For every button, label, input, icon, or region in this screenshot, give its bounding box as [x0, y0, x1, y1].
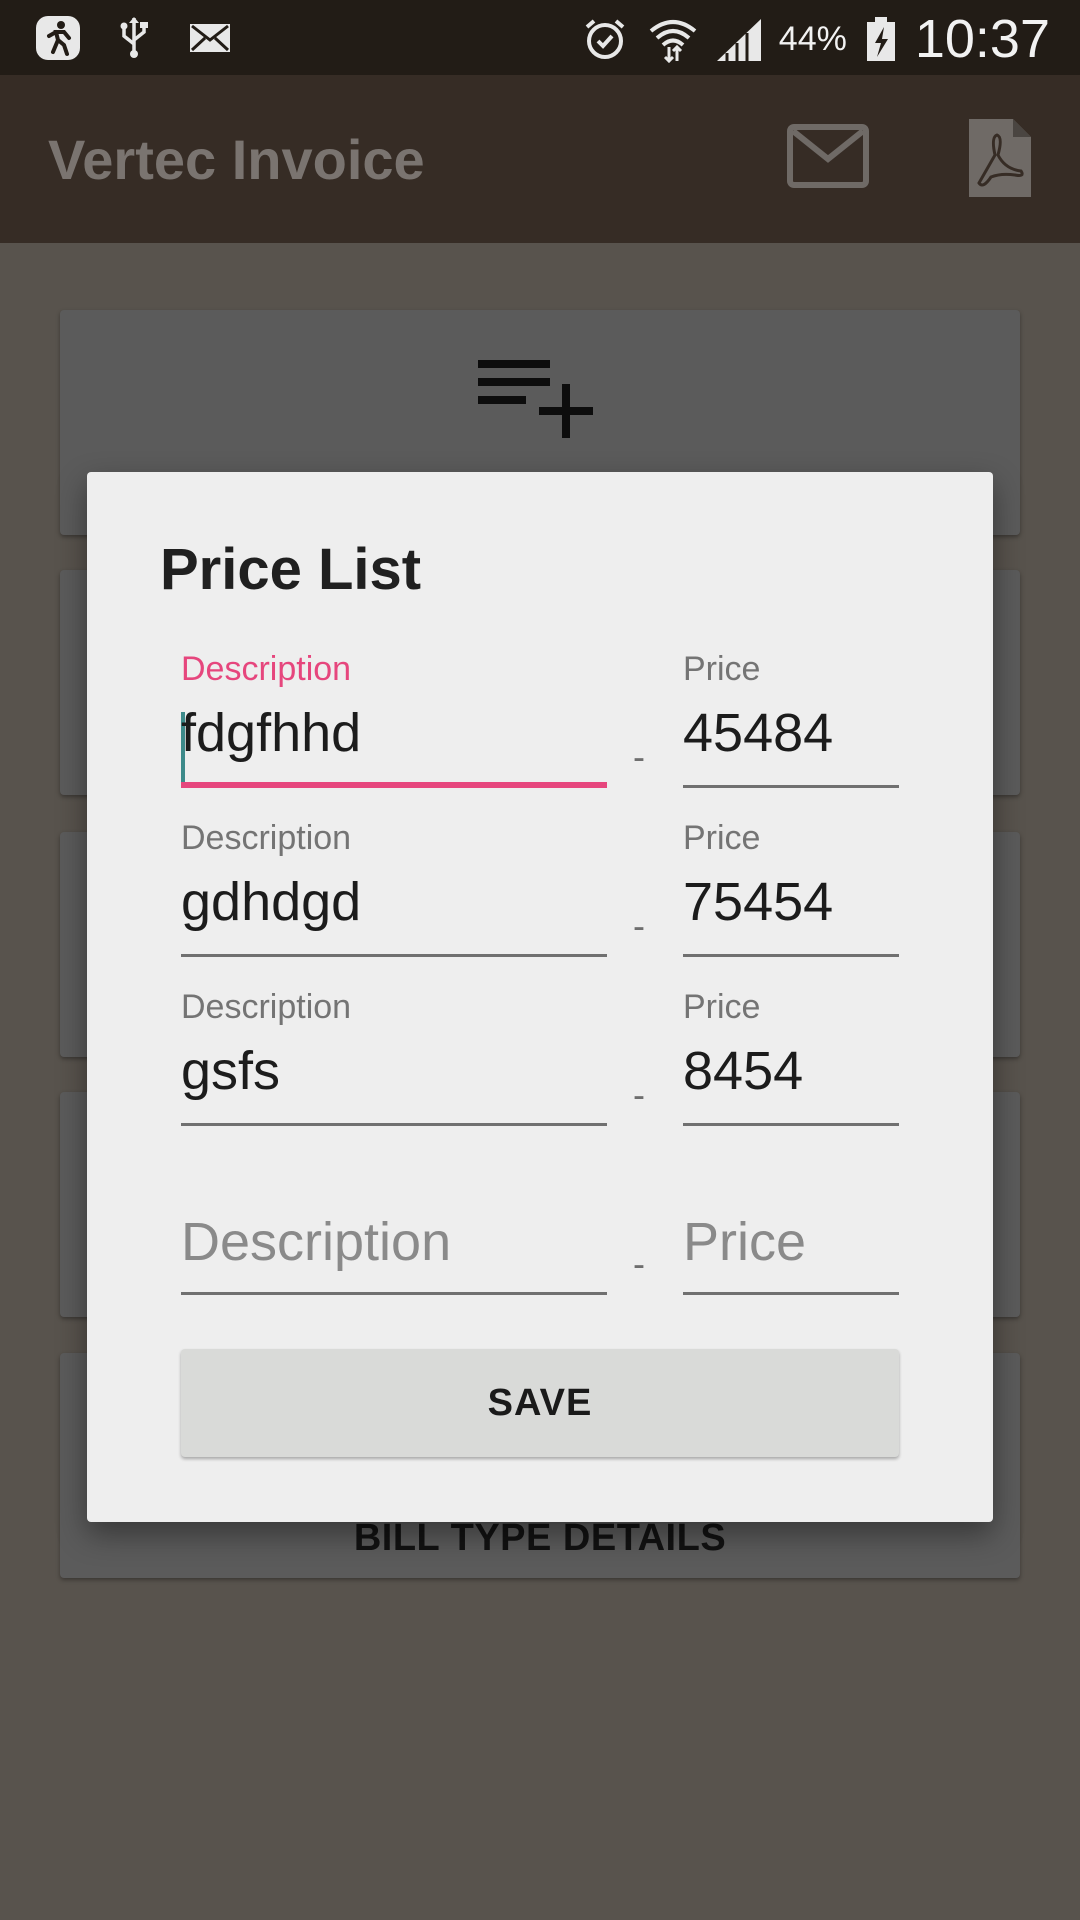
price-label: Price [683, 650, 761, 688]
description-value: gdhdgd [181, 872, 362, 932]
price-underline [683, 1123, 899, 1126]
playlist-add-icon [478, 360, 593, 438]
description-value: fdgfhhd [181, 703, 362, 763]
description-underline [181, 1123, 607, 1126]
description-label: Description [181, 650, 352, 688]
price-list-dialog: Price List Description fdgfhhd - Price 4… [87, 472, 993, 1522]
new-description-field[interactable]: Description [181, 1157, 607, 1307]
description-placeholder: Description [181, 1212, 452, 1272]
separator: - [633, 736, 645, 777]
app-title: Vertec Invoice [48, 128, 425, 191]
price-value: 75454 [683, 872, 834, 932]
price-value: 45484 [683, 703, 834, 763]
price-field[interactable]: Price 45484 [683, 650, 899, 800]
dialog-title: Price List [160, 537, 422, 602]
usb-icon [110, 14, 158, 62]
mail-icon [186, 14, 234, 62]
save-button[interactable]: SAVE [181, 1349, 899, 1457]
new-price-row: Description - Price [181, 1157, 901, 1307]
description-label: Description [181, 988, 352, 1026]
email-button[interactable] [785, 115, 871, 201]
battery-icon [865, 15, 897, 63]
wifi-icon [647, 15, 697, 64]
description-field[interactable]: Description fdgfhhd [181, 650, 607, 800]
description-label: Description [181, 819, 352, 857]
description-underline [181, 782, 607, 788]
clock: 10:37 [914, 9, 1050, 69]
price-underline [683, 1292, 899, 1295]
price-placeholder: Price [683, 1212, 807, 1272]
price-field[interactable]: Price 8454 [683, 988, 899, 1138]
description-underline [181, 954, 607, 957]
description-value: gsfs [181, 1041, 281, 1101]
separator: - [633, 1074, 645, 1115]
price-label: Price [683, 819, 761, 857]
battery-percent: 44% [778, 19, 847, 58]
description-underline [181, 1292, 607, 1295]
price-row: Description gsfs - Price 8454 [181, 988, 901, 1138]
new-price-field[interactable]: Price [683, 1157, 899, 1307]
alarm-icon [581, 15, 629, 63]
description-field[interactable]: Description gdhdgd [181, 819, 607, 969]
bill-type-details-label: BILL TYPE DETAILS [353, 1517, 727, 1559]
price-row: Description fdgfhhd - Price 45484 [181, 650, 901, 800]
price-label: Price [683, 988, 761, 1026]
price-underline [683, 785, 899, 788]
signal-icon [713, 15, 761, 63]
price-underline [683, 954, 899, 957]
price-row: Description gdhdgd - Price 75454 [181, 819, 901, 969]
status-bar: 44% 10:37 [0, 0, 1080, 75]
description-field[interactable]: Description gsfs [181, 988, 607, 1138]
mail-icon [787, 124, 869, 188]
app-bar: Vertec Invoice [0, 75, 1080, 243]
separator: - [633, 1243, 645, 1284]
price-field[interactable]: Price 75454 [683, 819, 899, 969]
pdf-icon [969, 119, 1031, 197]
runner-icon [34, 14, 82, 62]
price-value: 8454 [683, 1041, 804, 1101]
pdf-button[interactable] [965, 115, 1051, 201]
separator: - [633, 905, 645, 946]
